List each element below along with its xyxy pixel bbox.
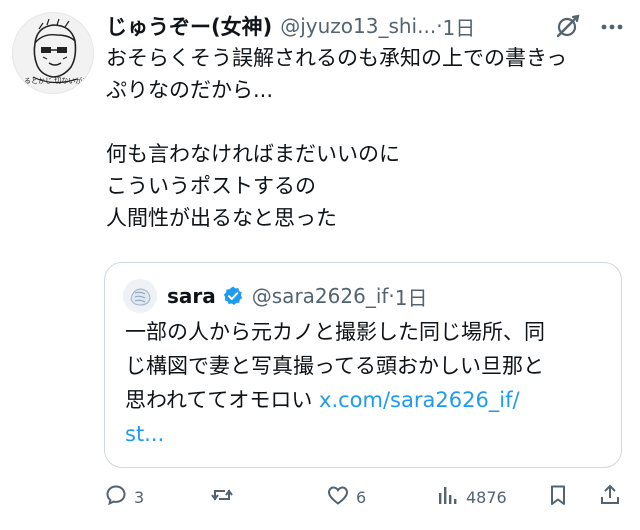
views-count: 4876 — [466, 487, 507, 507]
heart-icon — [326, 483, 350, 511]
author-name[interactable]: じゅうぞー(女神) — [106, 11, 272, 41]
avatar-scribble: ふるとかじ 切ないがひ — [17, 76, 89, 85]
quoted-author-avatar — [123, 279, 157, 313]
views-button[interactable]: 4876 — [436, 482, 507, 512]
post-time[interactable]: 1日 — [443, 12, 476, 41]
views-icon — [436, 483, 460, 511]
bookmark-icon — [546, 483, 570, 511]
quoted-post-text: 一部の人から元カノと撮影した同じ場所、同 じ構図で妻と写真撮ってる頭おかしい旦那… — [125, 315, 615, 451]
share-button[interactable] — [598, 482, 622, 512]
quoted-post-header: sara @sara2626_if · 1日 — [167, 279, 428, 313]
post-text-line: ぷりなのだから... — [106, 78, 274, 102]
quoted-post-card[interactable]: sara @sara2626_if · 1日 一部の人から元カノと撮影した同じ場… — [104, 262, 622, 468]
quoted-text-line: じ構図で妻と写真撮ってる頭おかしい旦那と — [125, 354, 544, 378]
post-header: じゅうぞー(女神) @jyuzo13_shi... · 1日 — [106, 10, 626, 42]
reply-button[interactable]: 3 — [104, 482, 144, 512]
post-text-line: 何も言わなければまだいいのに — [106, 142, 400, 166]
reply-count: 3 — [134, 487, 145, 507]
quoted-link[interactable]: x.com/sara2626_if/ — [319, 388, 520, 412]
author-avatar[interactable]: ふるとかじ 切ないがひ — [12, 12, 94, 94]
action-bar: 3 6 4876 — [104, 482, 626, 512]
repost-icon — [210, 483, 234, 511]
quoted-author-handle: @sara2626_if — [251, 284, 389, 308]
repost-button[interactable] — [210, 482, 240, 512]
post-text-line: こういうポストするの — [106, 174, 316, 198]
quoted-text-line: 思われててオモロい x.com/sara2626_if/ — [125, 383, 615, 417]
post-text: おそらくそう誤解されるのも承知の上での書きっ ぷりなのだから... 何も言わなけ… — [106, 42, 626, 234]
author-handle[interactable]: @jyuzo13_shi... — [280, 14, 436, 38]
quoted-text-line: 一部の人から元カノと撮影した同じ場所、同 — [125, 320, 545, 344]
post-text-blank-line — [106, 106, 626, 138]
avatar-sketch-image: ふるとかじ 切ないがひ — [17, 18, 89, 85]
post-text-line: 人間性が出るなと思った — [106, 206, 337, 230]
more-options-icon[interactable] — [598, 12, 626, 40]
grok-icon[interactable] — [554, 12, 582, 40]
quoted-link-continued[interactable]: st... — [125, 422, 164, 446]
quoted-author-name: sara — [167, 284, 216, 308]
bookmark-button[interactable] — [546, 482, 570, 512]
quoted-text-line: st... — [125, 417, 615, 451]
share-icon — [598, 483, 622, 511]
like-count: 6 — [356, 487, 367, 507]
reply-icon — [104, 483, 128, 511]
like-button[interactable]: 6 — [326, 482, 366, 512]
post-text-line: おそらくそう誤解されるのも承知の上での書きっ — [106, 46, 568, 70]
quoted-text-tail: 思われててオモロい — [125, 388, 313, 412]
verified-badge-icon — [222, 285, 244, 307]
quoted-post-time: 1日 — [394, 285, 428, 310]
